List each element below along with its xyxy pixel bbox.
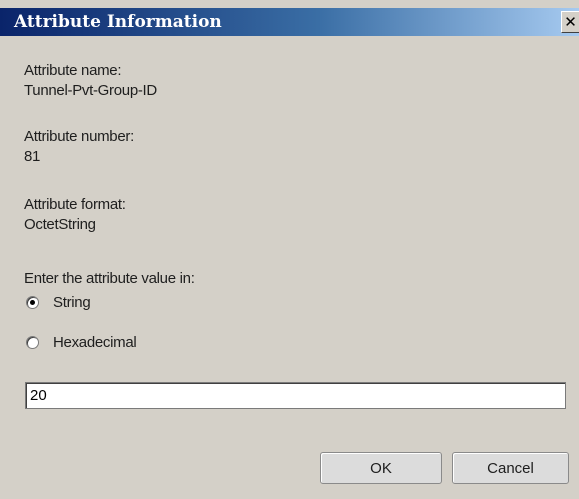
- title-bar[interactable]: Attribute Information ✕: [0, 8, 579, 36]
- string-radio-option[interactable]: String: [26, 292, 91, 312]
- attribute-number-value: 81: [24, 148, 41, 165]
- hexadecimal-radio-button[interactable]: [26, 335, 39, 349]
- attribute-value-input[interactable]: [25, 382, 566, 409]
- ok-button[interactable]: OK: [320, 452, 442, 484]
- hexadecimal-radio-option[interactable]: Hexadecimal: [26, 332, 137, 352]
- attribute-format-label: Attribute format:: [24, 196, 126, 213]
- attribute-name-value: Tunnel-Pvt-Group-ID: [24, 82, 157, 99]
- value-format-prompt: Enter the attribute value in:: [24, 270, 195, 287]
- string-radio-button[interactable]: [26, 295, 39, 309]
- hexadecimal-radio-label[interactable]: Hexadecimal: [53, 334, 137, 351]
- attribute-number-label: Attribute number:: [24, 128, 134, 145]
- close-button[interactable]: ✕: [561, 11, 579, 33]
- attribute-information-dialog: Attribute Information ✕ Attribute name: …: [0, 0, 579, 499]
- close-icon: ✕: [564, 13, 577, 31]
- attribute-format-value: OctetString: [24, 216, 96, 233]
- string-radio-label[interactable]: String: [53, 294, 91, 311]
- attribute-name-label: Attribute name:: [24, 62, 122, 79]
- cancel-button[interactable]: Cancel: [452, 452, 569, 484]
- window-title: Attribute Information: [14, 12, 222, 32]
